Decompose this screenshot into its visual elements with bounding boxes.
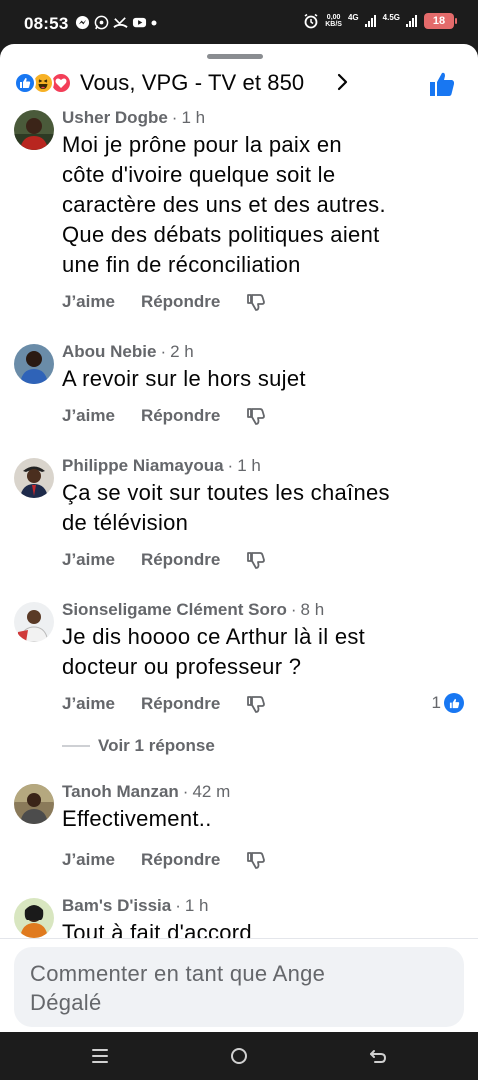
like-action-button[interactable]: J’aime	[62, 406, 115, 426]
replies-divider	[62, 745, 90, 747]
network-type-2: 4.5G	[382, 12, 400, 22]
reply-action-button[interactable]: Répondre	[141, 406, 220, 426]
comment-meta: Abou Nebie · 2 h	[62, 342, 194, 361]
dislike-icon[interactable]	[246, 850, 266, 870]
comment-text: Je dis hoooo ce Arthur là il est docteur…	[62, 624, 366, 679]
comment-time: 1 h	[237, 456, 261, 475]
home-icon[interactable]	[227, 1044, 251, 1068]
like-action-button[interactable]: J’aime	[62, 550, 115, 570]
comments-sheet: Vous, VPG - TV et 850 Usher Dogbe · 1 h Mo…	[0, 44, 478, 1032]
reaction-icons	[14, 72, 76, 94]
comment-author[interactable]: Abou Nebie	[62, 342, 156, 361]
signal-icon	[364, 15, 376, 27]
alarm-icon	[304, 13, 318, 29]
avatar[interactable]	[14, 898, 54, 938]
chevron-right-icon[interactable]	[336, 70, 350, 94]
signal-icon-2	[406, 15, 417, 27]
youtube-icon	[132, 17, 147, 28]
comment-actions: J’aime Répondre	[62, 406, 266, 426]
comment-meta: Usher Dogbe · 1 h	[62, 108, 206, 127]
avatar[interactable]	[14, 344, 54, 384]
status-bar: 08:53 0,00 KB/S 4G 4.5G 18	[0, 0, 478, 44]
reply-action-button[interactable]: Répondre	[141, 292, 220, 312]
back-icon[interactable]	[366, 1044, 390, 1068]
network-speed: 0,00 KB/S	[325, 14, 342, 28]
reactions-header[interactable]: Vous, VPG - TV et 850	[0, 62, 478, 106]
comment-author[interactable]: Philippe Niamayoua	[62, 456, 224, 475]
comment-author[interactable]: Tanoh Manzan	[62, 782, 179, 801]
missed-call-icon	[113, 17, 128, 28]
like-icon	[14, 72, 36, 94]
like-button-icon[interactable]	[428, 70, 456, 98]
like-action-button[interactable]: J’aime	[62, 850, 115, 870]
like-action-button[interactable]: J’aime	[62, 694, 115, 714]
comment-text: Effectivement..	[62, 806, 212, 831]
reaction-count[interactable]: 1	[432, 693, 464, 713]
comment-text: Tout à fait d'accord	[62, 920, 252, 938]
dot-icon	[151, 20, 157, 25]
comment-meta: Philippe Niamayoua · 1 h	[62, 456, 261, 475]
status-notification-icons	[75, 15, 157, 30]
comment-author[interactable]: Bam's D'issia	[62, 896, 171, 915]
avatar[interactable]	[14, 458, 54, 498]
comment-time: 2 h	[170, 342, 194, 361]
dislike-icon[interactable]	[246, 694, 266, 714]
avatar[interactable]	[14, 602, 54, 642]
avatar[interactable]	[14, 110, 54, 150]
status-system-icons: 0,00 KB/S 4G 4.5G 18	[303, 12, 457, 29]
reply-action-button[interactable]: Répondre	[141, 550, 220, 570]
comment-time: 1 h	[184, 896, 209, 915]
comment-time: 1 h	[181, 108, 206, 127]
whatsapp-icon	[94, 15, 109, 30]
reply-action-button[interactable]: Répondre	[141, 850, 220, 870]
reply-action-button[interactable]: Répondre	[141, 694, 220, 714]
messenger-icon	[75, 15, 90, 30]
avatar[interactable]	[14, 784, 54, 824]
comment-time: 8 h	[300, 600, 325, 619]
comment-actions: J’aime Répondre	[62, 550, 266, 570]
comment-time: 42 m	[192, 782, 231, 801]
comment-meta: Bam's D'issia · 1 h	[62, 896, 209, 915]
drag-handle[interactable]	[207, 54, 263, 59]
comments-list[interactable]: Usher Dogbe · 1 h Moi je prône pour la pai…	[0, 106, 478, 938]
battery-icon: 18	[424, 13, 457, 29]
comment-input[interactable]: Commenter en tant que Ange Dégalé	[14, 947, 464, 1027]
comment-text: Moi je prône pour la paix en côte d'ivoi…	[62, 132, 386, 277]
status-time: 08:53	[24, 14, 69, 33]
dislike-icon[interactable]	[246, 292, 266, 312]
comment-text: A revoir sur le hors sujet	[62, 366, 306, 391]
menu-icon[interactable]	[88, 1044, 112, 1068]
comment-composer-bar: Commenter en tant que Ange Dégalé	[0, 938, 478, 1032]
comment-author[interactable]: Sionseligame Clément Soro	[62, 600, 287, 619]
like-icon	[444, 693, 464, 713]
comment-text: Ça se voit sur toutes les chaînes de tél…	[62, 480, 390, 535]
reactions-summary[interactable]: Vous, VPG - TV et 850	[80, 70, 304, 96]
network-type-1: 4G	[347, 12, 359, 22]
comment-meta: Tanoh Manzan · 42 m	[62, 782, 231, 801]
comment-author[interactable]: Usher Dogbe	[62, 108, 168, 127]
comment-actions: J’aime Répondre	[62, 850, 266, 870]
view-replies-link[interactable]: Voir 1 réponse	[62, 736, 215, 756]
dislike-icon[interactable]	[246, 406, 266, 426]
dislike-icon[interactable]	[246, 550, 266, 570]
comment-actions: J’aime Répondre	[62, 292, 266, 312]
comment-actions: J’aime Répondre	[62, 694, 266, 714]
comment-meta: Sionseligame Clément Soro · 8 h	[62, 600, 325, 619]
like-action-button[interactable]: J’aime	[62, 292, 115, 312]
system-nav-bar	[0, 1032, 478, 1080]
